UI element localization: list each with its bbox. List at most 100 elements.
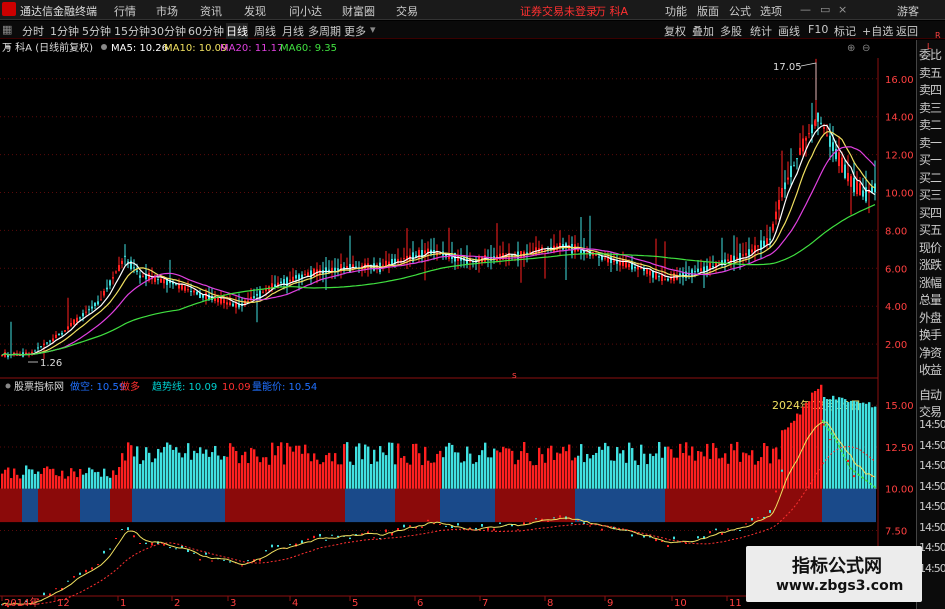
zoom-in-icon[interactable]: ⊕ [847,43,855,54]
kline-chart-area[interactable]: 万 科A (日线前复权) MA5: 10.26 MA10: 10.09 MA20… [0,40,916,609]
tool-button[interactable]: 叠加 [692,23,714,39]
candle-body [298,274,300,280]
indicator-bar [523,441,526,489]
ma-label: MA5: 10.26 [111,43,168,54]
menu-item[interactable]: 版面 [697,3,719,19]
indicator-bar [454,452,457,489]
period-tab[interactable]: 分时 [22,23,44,39]
menu-item[interactable]: 市场 [156,3,178,19]
sub-candle [547,520,549,522]
chevron-down-icon[interactable]: ▾ [370,23,376,36]
indicator-bar [622,450,625,489]
restore-icon[interactable]: ▭ [820,3,830,16]
indicator-bar [682,453,685,489]
indicator-menu-icon[interactable] [5,383,11,389]
grid-icon[interactable]: ▦ [2,23,12,36]
tool-button[interactable]: 多股 [720,23,742,39]
indicator-bar [184,453,187,489]
zoom-out-icon[interactable]: ⊖ [862,43,870,54]
candle-body [283,279,285,284]
sub-candle [517,529,519,531]
indicator-bar [427,460,430,489]
period-tab[interactable]: 5分钟 [82,23,111,39]
indicator-bar [730,443,733,489]
tool-button[interactable]: +自选 [862,23,893,39]
back-button[interactable]: 返回 [896,23,918,39]
quote-field-label: 涨幅 [919,275,942,290]
period-tab[interactable]: 月线 [282,23,304,39]
guest-button[interactable]: 游客 [897,3,919,19]
period-tab-active[interactable]: 日线 [226,23,248,39]
close-icon[interactable]: × [838,3,847,16]
indicator-bar [310,461,313,489]
indicator-bar [61,470,64,489]
menu-item[interactable]: 发现 [244,3,266,19]
menu-item[interactable]: 问小达 [289,3,322,19]
indicator-bar [130,445,133,489]
indicator-bar [409,464,412,489]
indicator-bar [151,462,154,489]
candle-body [205,292,207,300]
indicator-bar [67,476,70,489]
candle-body [418,249,420,259]
period-tab[interactable]: 更多 [344,23,366,39]
indicator-bar [442,457,445,489]
candle-body [157,279,159,281]
tool-button[interactable]: F10 [808,23,828,36]
indicator-bar [790,422,793,489]
period-tab[interactable]: 1分钟 [50,23,79,39]
candle-body [619,261,621,266]
indicator-bar [223,456,226,489]
indicator-bar [652,456,655,489]
indicator-bar [493,448,496,489]
tick-time: 14:50 [919,459,945,472]
tool-button[interactable]: 画线 [778,23,800,39]
indicator-bar [862,402,865,489]
tool-button[interactable]: 复权 [664,23,686,39]
indicator-bar [52,468,55,489]
indicator-bar [529,461,532,489]
auto-trade-label[interactable]: 自动 [919,386,942,403]
candle-body [697,268,699,272]
menu-item[interactable]: 行情 [114,3,136,19]
sub-candle [427,519,429,522]
period-tab[interactable]: 15分钟 [114,23,150,39]
candle-body [160,278,162,283]
quote-field-label: 卖二 [919,118,942,132]
menu-item[interactable]: 选项 [760,3,782,19]
indicator-label: 10.09 [222,382,251,393]
sub-candle [331,534,333,536]
period-tab[interactable]: 多周期 [308,23,341,39]
menu-item[interactable]: 交易 [396,3,418,19]
tool-button[interactable]: 标记 [834,23,856,39]
app-title: 通达信金融终端 [20,5,97,18]
indicator-bar [343,444,346,489]
indicator-bar [850,400,853,489]
tool-button[interactable]: 统计 [750,23,772,39]
indicator-bar [400,457,403,489]
sub-candle [229,561,231,563]
indicator-bar [253,449,256,489]
period-tab[interactable]: 60分钟 [188,23,224,39]
indicator-settings-icon[interactable] [101,44,107,50]
indicator-bar [478,455,481,489]
indicator-bar [235,451,238,489]
menu-item[interactable]: 功能 [665,3,687,19]
indicator-bar [412,443,415,489]
candle-body [76,317,78,323]
candle-body [121,260,123,265]
minimize-icon[interactable]: — [800,3,811,16]
login-status[interactable]: 证券交易未登录 [520,3,597,19]
menu-item[interactable]: 公式 [729,3,751,19]
period-tab[interactable]: 30分钟 [150,23,186,39]
candle-body [739,253,741,262]
indicator-bar [274,455,277,489]
candle-body [787,177,789,180]
menu-item[interactable]: 财富圈 [342,3,375,19]
candle-body [805,137,807,141]
menu-item[interactable]: 资讯 [200,3,222,19]
panel-toggle[interactable]: R [935,31,940,40]
indicator-bar [628,442,631,489]
candle-body [37,347,39,349]
period-tab[interactable]: 周线 [254,23,276,39]
